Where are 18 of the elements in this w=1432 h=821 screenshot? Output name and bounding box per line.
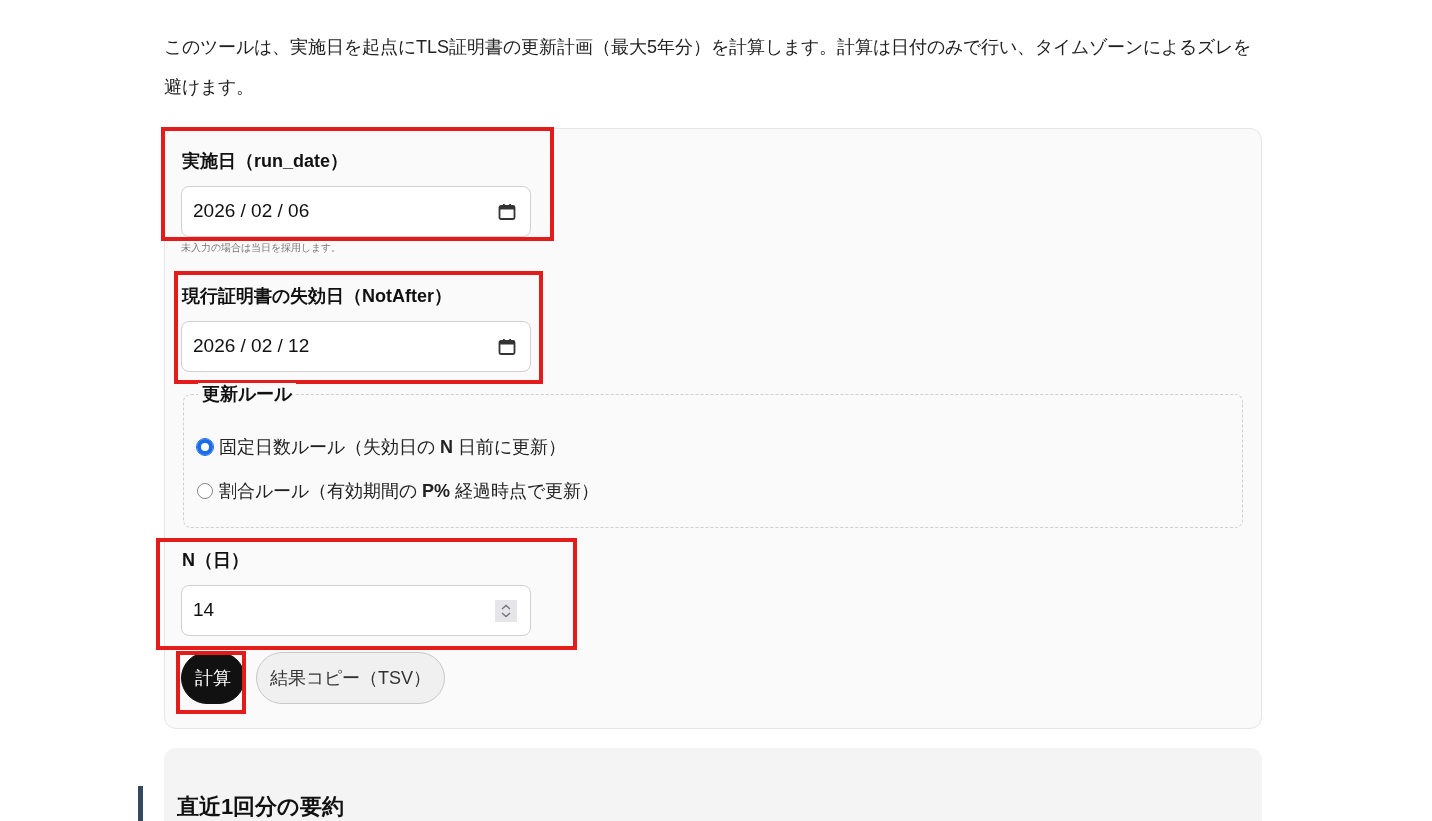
hint-text: 未入力の場合は当日を採用します。 [181,242,342,254]
group-legend: 更新ルール [198,383,296,405]
date-field[interactable]: 2026 / 02 / 06 [181,186,531,237]
number-field[interactable]: 14 [181,585,531,636]
section-heading: 直近1回分の要約 [177,793,346,821]
field-label: 実施日（run_date） [182,150,350,173]
date-field[interactable]: 2026 / 02 / 12 [181,321,531,372]
field-label: 現行証明書の失効日（NotAfter） [182,285,453,308]
calendar-icon[interactable] [497,201,517,222]
radio-option[interactable]: 割合ルール（有効期間の P% 経過時点で更新） [197,469,600,513]
intro-text: このツールは、実施日を起点にTLS証明書の更新計画（最大5年分）を計算します。計算は日付のみで行い、タイムゾーンによるズレを避けます。 [164,36,1253,99]
spinner-icon[interactable] [495,599,517,622]
radio-icon[interactable] [197,439,213,455]
calendar-icon[interactable] [497,336,517,357]
copy-button[interactable]: 結果コピー（TSV） [256,652,445,704]
radio-option[interactable]: 固定日数ルール（失効日の N 日前に更新） [197,425,567,469]
field-label: N（日） [182,549,250,572]
radio-icon[interactable] [197,483,213,499]
